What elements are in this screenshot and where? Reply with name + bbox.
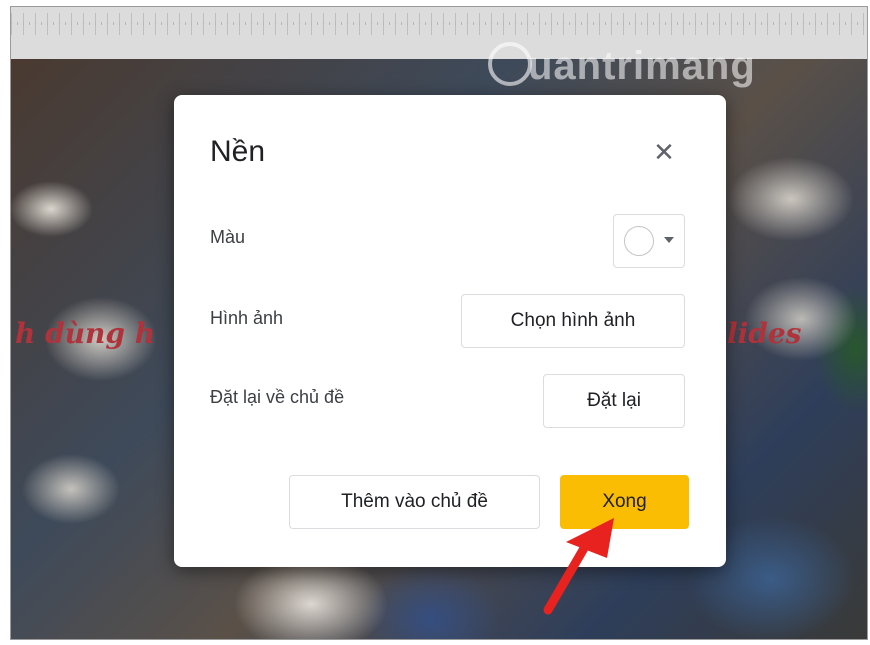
lightbulb-icon — [488, 42, 532, 87]
chevron-down-icon — [664, 237, 674, 243]
ruler-ticks — [11, 13, 867, 35]
close-icon[interactable]: ✕ — [652, 139, 676, 165]
color-picker[interactable] — [613, 214, 685, 268]
reset-label: Đặt lại về chủ đề — [210, 387, 345, 407]
color-swatch — [624, 226, 654, 256]
background-dialog: Nền ✕ Màu Hình ảnh Chọn hình ảnh Đặt lại… — [174, 95, 726, 567]
done-button[interactable]: Xong — [560, 475, 689, 529]
color-label: Màu — [210, 227, 246, 247]
watermark-text: uantrimang — [528, 44, 756, 88]
image-label: Hình ảnh — [210, 308, 284, 328]
add-to-theme-button[interactable]: Thêm vào chủ đề — [289, 475, 540, 529]
slide-title-left-fragment: h dùng h — [15, 317, 156, 350]
choose-image-button[interactable]: Chọn hình ảnh — [461, 294, 685, 348]
dialog-title: Nền — [210, 135, 266, 168]
slide-title-right-fragment: lides — [727, 317, 802, 350]
reset-button[interactable]: Đặt lại — [543, 374, 685, 428]
watermark-logo: uantrimang — [488, 42, 756, 90]
